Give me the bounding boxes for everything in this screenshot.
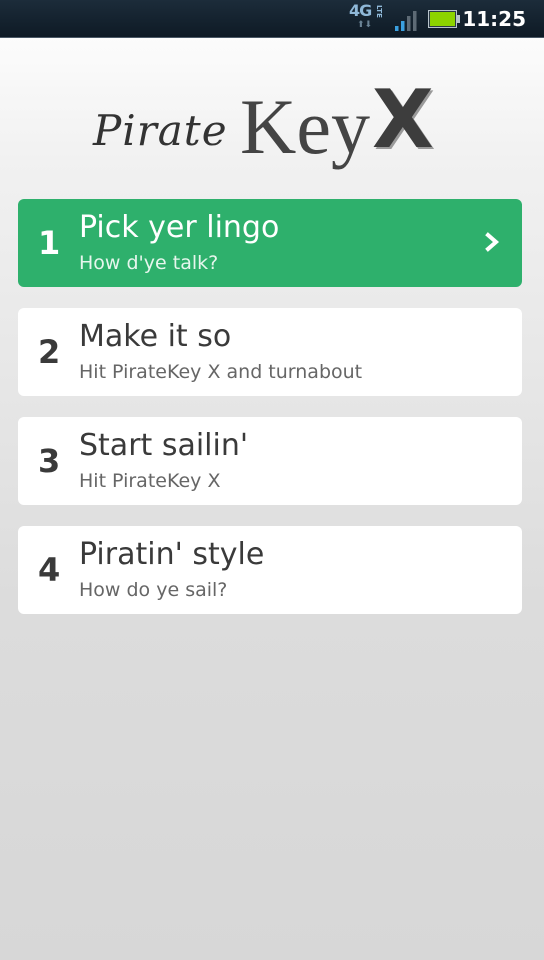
step-subtitle: Hit PirateKey X bbox=[79, 470, 221, 492]
step-title: Pick yer lingo bbox=[79, 210, 280, 245]
step-subtitle: How do ye sail? bbox=[79, 579, 228, 601]
step-1-button[interactable]: 1 Pick yer lingo How d'ye talk? bbox=[18, 199, 522, 287]
step-subtitle: Hit PirateKey X and turnabout bbox=[79, 361, 363, 383]
status-clock: 11:25 bbox=[462, 7, 526, 31]
step-number: 4 bbox=[38, 551, 61, 589]
chevron-right-icon bbox=[485, 232, 500, 252]
step-3-button[interactable]: 3 Start sailin' Hit PirateKey X bbox=[18, 417, 522, 505]
logo-key-text: Key bbox=[240, 83, 370, 170]
network-sub-label: LTE bbox=[375, 5, 383, 18]
step-subtitle: How d'ye talk? bbox=[79, 252, 219, 274]
step-2-button[interactable]: 2 Make it so Hit PirateKey X and turnabo… bbox=[18, 308, 522, 396]
data-activity-icon: ⬆⬇ bbox=[357, 20, 373, 30]
app-logo: Pirate Key X bbox=[90, 73, 450, 171]
status-bar: 4G LTE ⬆⬇ 11:25 bbox=[0, 0, 544, 38]
logo-pirate-text: Pirate bbox=[93, 106, 228, 155]
logo-x-text: X bbox=[372, 73, 434, 166]
step-number: 3 bbox=[38, 442, 61, 480]
battery-icon bbox=[428, 10, 460, 28]
network-label: 4G bbox=[349, 1, 372, 20]
step-title: Piratin' style bbox=[79, 537, 265, 572]
step-title: Start sailin' bbox=[79, 428, 249, 463]
step-title: Make it so bbox=[79, 319, 232, 354]
step-number: 1 bbox=[38, 224, 61, 262]
step-number: 2 bbox=[38, 333, 61, 371]
step-4-button[interactable]: 4 Piratin' style How do ye sail? bbox=[18, 526, 522, 614]
4g-lte-icon: 4G LTE ⬆⬇ bbox=[349, 3, 387, 33]
signal-icon bbox=[395, 11, 417, 31]
